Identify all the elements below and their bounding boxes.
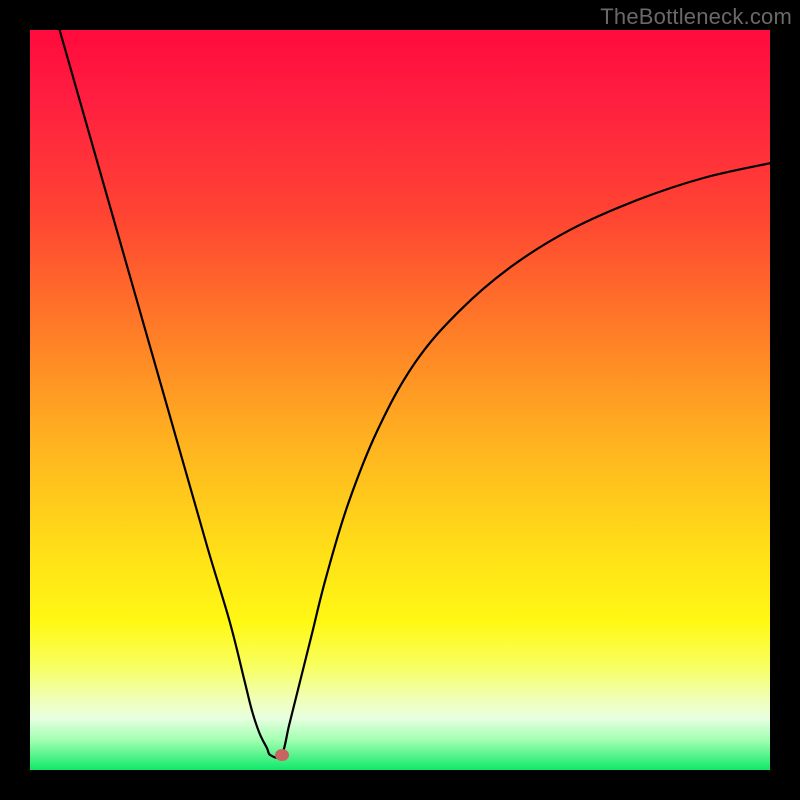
background-gradient [30, 30, 770, 770]
chart-frame: TheBottleneck.com [0, 0, 800, 800]
plot-area [30, 30, 770, 770]
watermark-text: TheBottleneck.com [600, 4, 792, 30]
